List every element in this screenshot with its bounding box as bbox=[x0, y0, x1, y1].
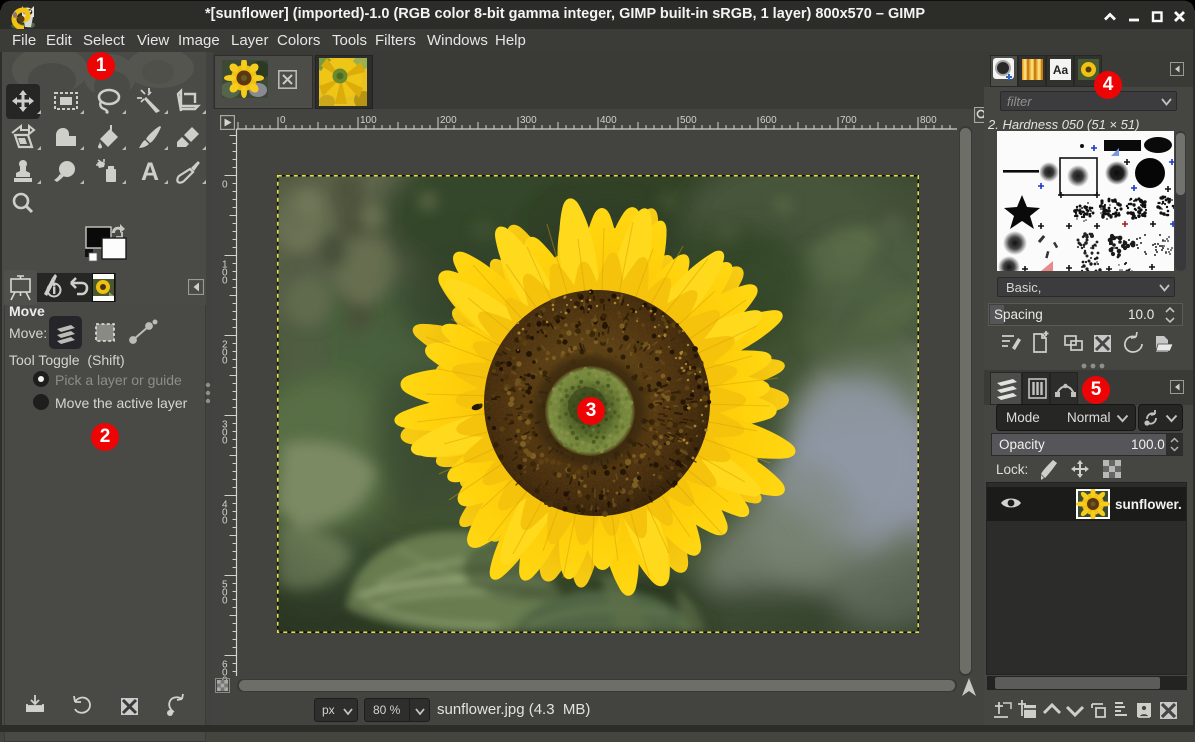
svg-text:0: 0 bbox=[222, 276, 228, 287]
svg-text:400: 400 bbox=[600, 115, 617, 126]
svg-text:0: 0 bbox=[222, 356, 228, 367]
svg-text:100: 100 bbox=[360, 115, 377, 126]
svg-text:800: 800 bbox=[920, 115, 937, 126]
svg-text:0: 0 bbox=[222, 180, 228, 191]
svg-text:700: 700 bbox=[840, 115, 857, 126]
svg-text:0: 0 bbox=[222, 596, 228, 607]
svg-text:200: 200 bbox=[440, 115, 457, 126]
svg-text:600: 600 bbox=[760, 115, 777, 126]
svg-text:Aa: Aa bbox=[1053, 63, 1069, 77]
svg-text:0: 0 bbox=[222, 516, 228, 527]
svg-text:300: 300 bbox=[520, 115, 537, 126]
svg-text:0: 0 bbox=[280, 115, 286, 126]
svg-text:500: 500 bbox=[680, 115, 697, 126]
svg-text:0: 0 bbox=[222, 436, 228, 447]
svg-text:A: A bbox=[141, 158, 159, 186]
